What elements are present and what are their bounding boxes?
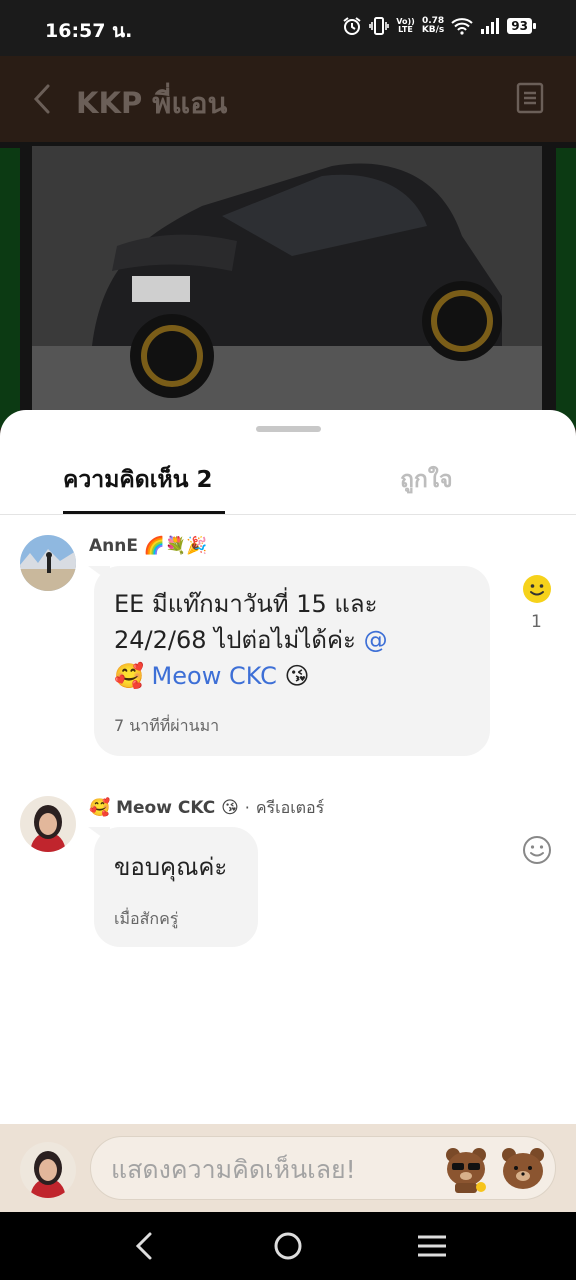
comment-author[interactable]: 🥰 Meow CKC 😘 · ครีเอเตอร์: [89, 796, 324, 821]
smiley-outline-icon[interactable]: [522, 835, 552, 865]
creator-badge: ครีเอเตอร์: [255, 798, 325, 817]
nav-recents-icon[interactable]: [414, 1230, 450, 1262]
document-icon[interactable]: [516, 82, 544, 114]
comment-author[interactable]: AnnE 🌈💐🎉: [89, 536, 207, 556]
page-title: KKP พี่แอน: [76, 86, 228, 120]
photo-edge-left: [0, 148, 20, 428]
tab-likes[interactable]: ถูกใจ: [400, 462, 453, 498]
app-header: KKP พี่แอน: [0, 56, 576, 142]
avatar-meow-ckc[interactable]: [20, 796, 76, 852]
comment-bubble[interactable]: EE มีแท๊กมาวันที่ 15 และ 24/2/68 ไปต่อไม…: [94, 566, 490, 756]
comment-input-container: [90, 1136, 556, 1200]
comment-text-line: 🥰 Meow CKC 😘: [114, 658, 388, 694]
comments-sheet: ความคิดเห็น 2 ถูกใจ AnnE 🌈💐🎉 EE มีแท๊กมา…: [0, 410, 576, 1212]
mention-link[interactable]: Meow CKC: [152, 662, 277, 690]
author-emoji: 😘: [221, 798, 239, 818]
reaction-count: 1: [531, 612, 542, 632]
car-photo[interactable]: [32, 146, 542, 416]
current-user-avatar[interactable]: [20, 1142, 76, 1198]
drag-handle[interactable]: [256, 426, 321, 432]
system-nav-bar: [0, 1212, 576, 1280]
nav-back-icon[interactable]: [126, 1230, 162, 1262]
comment-input-bar: [0, 1124, 576, 1212]
comment-text-line: 24/2/68 ไปต่อไม่ได้ค่ะ @: [114, 626, 388, 654]
nav-home-icon[interactable]: [270, 1230, 306, 1262]
sticker-brown-bear-icon[interactable]: [497, 1143, 549, 1195]
status-bar: 16:57 น. Vo)) LTE 0.78 KB/s 93: [0, 0, 576, 56]
alarm-icon: [342, 16, 362, 36]
photo-edge-right: [556, 148, 576, 428]
author-name[interactable]: AnnE: [89, 536, 138, 556]
battery-indicator: 93: [507, 18, 536, 34]
wifi-icon: [451, 17, 473, 35]
trailing-emoji: 😘: [284, 662, 310, 690]
chevron-left-icon[interactable]: [30, 82, 56, 116]
comment-timestamp: 7 นาทีที่ผ่านมา: [114, 716, 220, 735]
comment-input[interactable]: [111, 1149, 431, 1189]
status-time: 16:57 น.: [45, 20, 133, 42]
comment-text-line: EE มีแท๊กมาวันที่ 15 และ: [114, 590, 378, 618]
tab-divider: [0, 514, 576, 515]
comment-timestamp: เมื่อสักครู่: [114, 909, 179, 928]
avatar-anne[interactable]: [20, 535, 76, 591]
sticker-brown-sunglasses-icon[interactable]: [441, 1143, 493, 1195]
vibrate-icon: [369, 17, 390, 35]
volte-indicator: Vo)) LTE: [396, 17, 415, 34]
author-emojis: 🌈💐🎉: [143, 536, 208, 556]
network-speed: 0.78 KB/s: [421, 16, 445, 35]
smiley-icon[interactable]: [522, 574, 552, 604]
tab-comments[interactable]: ความคิดเห็น 2: [63, 462, 212, 498]
signal-icon: [480, 17, 500, 35]
comment-text: EE มีแท๊กมาวันที่ 15 และ 24/2/68 ไปต่อไม…: [114, 586, 388, 694]
comment-text: ขอบคุณค่ะ: [114, 853, 228, 881]
author-emoji: 🥰: [89, 798, 111, 818]
comment-bubble[interactable]: ขอบคุณค่ะ เมื่อสักครู่: [94, 827, 258, 947]
author-name[interactable]: Meow CKC: [116, 798, 215, 818]
mention-at[interactable]: @: [364, 626, 388, 654]
mention-emoji: 🥰: [114, 662, 144, 690]
separator-dot: ·: [244, 798, 250, 817]
status-icons: Vo)) LTE 0.78 KB/s 93: [342, 16, 536, 36]
